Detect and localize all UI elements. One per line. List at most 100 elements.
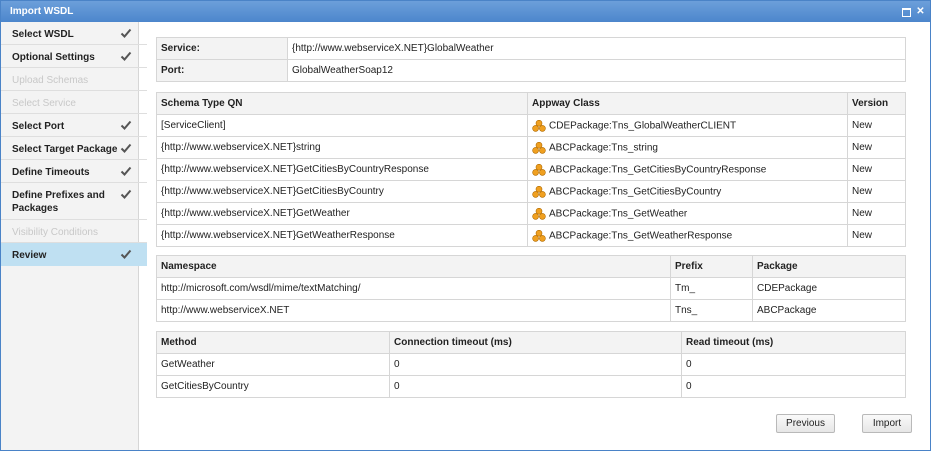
- package-class-icon: [532, 119, 546, 132]
- timeouts-table: Method Connection timeout (ms) Read time…: [156, 331, 906, 398]
- check-icon: [120, 165, 132, 177]
- column-header: Appway Class: [527, 92, 848, 115]
- step-upload-schemas: Upload Schemas: [1, 68, 147, 91]
- package-class-icon: [532, 141, 546, 154]
- column-header: Package: [752, 255, 906, 278]
- step-define-timeouts[interactable]: Define Timeouts: [1, 160, 147, 183]
- step-label: Review: [12, 250, 47, 261]
- table-header-row: Namespace Prefix Package: [156, 255, 906, 278]
- schema-type-cell: [ServiceClient]: [156, 114, 528, 137]
- version-cell: New: [847, 180, 906, 203]
- package-class-icon: [532, 163, 546, 176]
- column-header: Prefix: [670, 255, 753, 278]
- step-label: Select Service: [12, 98, 76, 109]
- table-row: http://www.webserviceX.NET Tns_ ABCPacka…: [156, 299, 906, 322]
- service-label: Service:: [156, 37, 288, 60]
- step-label: Define Timeouts: [12, 167, 90, 178]
- package-class-icon: [532, 185, 546, 198]
- review-panel: Service: {http://www.webserviceX.NET}Glo…: [140, 22, 930, 450]
- schema-type-cell: {http://www.webserviceX.NET}string: [156, 136, 528, 159]
- step-select-wsdl[interactable]: Select WSDL: [1, 22, 147, 45]
- schema-types-table: Schema Type QN Appway Class Version [Ser…: [156, 92, 906, 247]
- schema-type-cell: {http://www.webserviceX.NET}GetWeather: [156, 202, 528, 225]
- step-label: Select Target Package: [12, 144, 118, 155]
- step-label: Select WSDL: [12, 29, 74, 40]
- table-row: {http://www.webserviceX.NET}string ABCPa…: [156, 136, 906, 159]
- check-icon: [120, 50, 132, 62]
- appway-class-text: ABCPackage:Tns_GetWeatherResponse: [549, 230, 733, 242]
- version-cell: New: [847, 158, 906, 181]
- version-cell: New: [847, 114, 906, 137]
- namespace-table: Namespace Prefix Package http://microsof…: [156, 255, 906, 322]
- dialog-title: Import WSDL: [10, 6, 74, 17]
- schema-type-cell: {http://www.webserviceX.NET}GetWeatherRe…: [156, 224, 528, 247]
- step-select-service: Select Service: [1, 91, 147, 114]
- step-visibility-conditions: Visibility Conditions: [1, 220, 147, 243]
- version-cell: New: [847, 136, 906, 159]
- appway-class-cell: ABCPackage:Tns_GetCitiesByCountryRespons…: [527, 158, 848, 181]
- step-label: Upload Schemas: [12, 75, 89, 86]
- package-class-icon: [532, 207, 546, 220]
- appway-class-text: CDEPackage:Tns_GlobalWeatherCLIENT: [549, 120, 737, 132]
- appway-class-cell: ABCPackage:Tns_GetCitiesByCountry: [527, 180, 848, 203]
- appway-class-cell: CDEPackage:Tns_GlobalWeatherCLIENT: [527, 114, 848, 137]
- step-select-port[interactable]: Select Port: [1, 114, 147, 137]
- table-header-row: Method Connection timeout (ms) Read time…: [156, 331, 906, 354]
- appway-class-text: ABCPackage:Tns_GetCitiesByCountryRespons…: [549, 164, 767, 176]
- prefix-cell: Tm_: [670, 277, 753, 300]
- step-label: Select Port: [12, 121, 65, 132]
- maximize-icon[interactable]: [900, 6, 911, 17]
- port-value: GlobalWeatherSoap12: [287, 59, 906, 82]
- appway-class-text: ABCPackage:Tns_GetWeather: [549, 208, 688, 220]
- column-header: Namespace: [156, 255, 671, 278]
- appway-class-text: ABCPackage:Tns_string: [549, 142, 658, 154]
- connection-timeout-cell: 0: [389, 353, 682, 376]
- service-value: {http://www.webserviceX.NET}GlobalWeathe…: [287, 37, 906, 60]
- check-icon: [120, 142, 132, 154]
- namespace-cell: http://microsoft.com/wsdl/mime/textMatch…: [156, 277, 671, 300]
- previous-button[interactable]: Previous: [776, 414, 835, 433]
- package-cell: CDEPackage: [752, 277, 906, 300]
- prefix-cell: Tns_: [670, 299, 753, 322]
- step-label: Define Prefixes and Packages: [12, 190, 105, 214]
- column-header: Schema Type QN: [156, 92, 528, 115]
- table-header-row: Schema Type QN Appway Class Version: [156, 92, 906, 115]
- package-cell: ABCPackage: [752, 299, 906, 322]
- check-icon: [120, 248, 132, 260]
- port-label: Port:: [156, 59, 288, 82]
- import-wsdl-dialog: Import WSDL ✕ Select WSDL Optional Setti…: [0, 0, 931, 451]
- step-label: Visibility Conditions: [12, 227, 98, 238]
- schema-type-cell: {http://www.webserviceX.NET}GetCitiesByC…: [156, 158, 528, 181]
- read-timeout-cell: 0: [681, 353, 906, 376]
- appway-class-cell: ABCPackage:Tns_GetWeatherResponse: [527, 224, 848, 247]
- step-define-prefixes-and-packages[interactable]: Define Prefixes and Packages: [1, 183, 147, 220]
- column-header: Connection timeout (ms): [389, 331, 682, 354]
- titlebar: Import WSDL ✕: [1, 1, 930, 22]
- table-row: Service: {http://www.webserviceX.NET}Glo…: [156, 37, 906, 60]
- table-row: [ServiceClient] CDEPackage:Tns_GlobalWea…: [156, 114, 906, 137]
- import-button[interactable]: Import: [862, 414, 912, 433]
- version-cell: New: [847, 202, 906, 225]
- column-header: Method: [156, 331, 390, 354]
- step-review[interactable]: Review: [1, 243, 147, 266]
- step-label: Optional Settings: [12, 52, 95, 63]
- table-row: {http://www.webserviceX.NET}GetWeather A…: [156, 202, 906, 225]
- table-row: Port: GlobalWeatherSoap12: [156, 59, 906, 82]
- step-optional-settings[interactable]: Optional Settings: [1, 45, 147, 68]
- step-select-target-package[interactable]: Select Target Package: [1, 137, 147, 160]
- table-row: {http://www.webserviceX.NET}GetCitiesByC…: [156, 180, 906, 203]
- method-cell: GetCitiesByCountry: [156, 375, 390, 398]
- method-cell: GetWeather: [156, 353, 390, 376]
- appway-class-text: ABCPackage:Tns_GetCitiesByCountry: [549, 186, 722, 198]
- package-class-icon: [532, 229, 546, 242]
- namespace-cell: http://www.webserviceX.NET: [156, 299, 671, 322]
- schema-type-cell: {http://www.webserviceX.NET}GetCitiesByC…: [156, 180, 528, 203]
- check-icon: [120, 188, 132, 200]
- close-icon[interactable]: ✕: [915, 6, 926, 17]
- service-port-table: Service: {http://www.webserviceX.NET}Glo…: [156, 37, 906, 82]
- appway-class-cell: ABCPackage:Tns_GetWeather: [527, 202, 848, 225]
- check-icon: [120, 119, 132, 131]
- table-row: GetCitiesByCountry 0 0: [156, 375, 906, 398]
- table-row: GetWeather 0 0: [156, 353, 906, 376]
- table-row: {http://www.webserviceX.NET}GetWeatherRe…: [156, 224, 906, 247]
